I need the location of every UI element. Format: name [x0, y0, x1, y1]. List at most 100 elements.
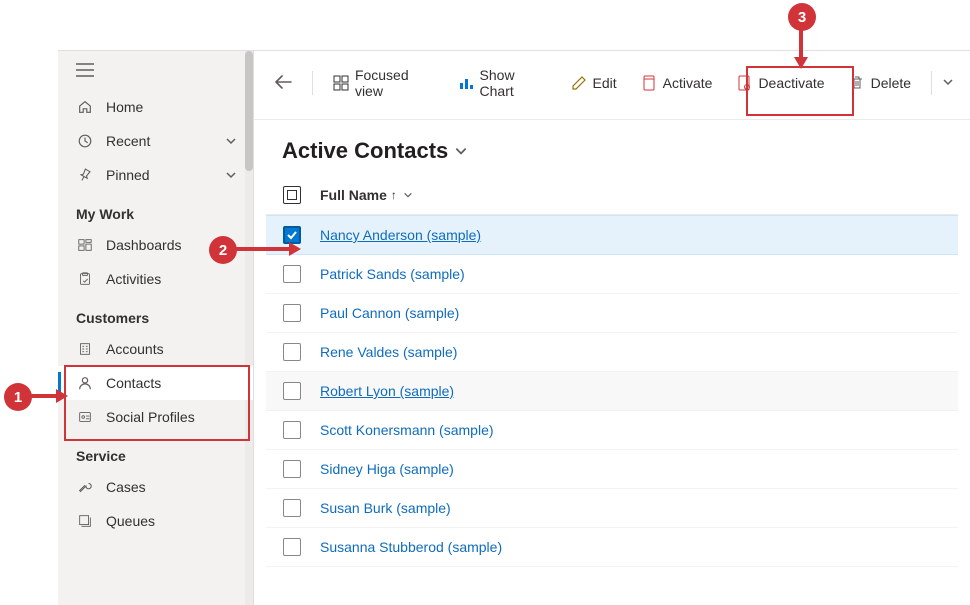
row-checkbox[interactable]	[283, 538, 301, 556]
overflow-menu-button[interactable]	[938, 69, 958, 97]
table-row[interactable]: Paul Cannon (sample)	[266, 294, 958, 333]
pin-icon	[76, 166, 94, 184]
back-arrow-icon	[274, 75, 292, 89]
row-checkbox[interactable]	[283, 265, 301, 283]
person-icon	[76, 374, 94, 392]
nav-label: Accounts	[106, 341, 164, 357]
contact-link[interactable]: Paul Cannon (sample)	[312, 305, 459, 321]
focused-view-icon	[333, 75, 349, 91]
show-chart-button[interactable]: Show Chart	[448, 61, 557, 105]
focused-view-label: Focused view	[355, 67, 434, 99]
table-row[interactable]: Rene Valdes (sample)	[266, 333, 958, 372]
badge-icon	[76, 408, 94, 426]
annotation-arrow-2	[235, 247, 293, 251]
clipboard-icon	[76, 270, 94, 288]
contact-link[interactable]: Robert Lyon (sample)	[312, 383, 454, 399]
nav-label: Cases	[106, 479, 146, 495]
delete-button[interactable]: Delete	[839, 69, 921, 97]
edit-button[interactable]: Edit	[561, 69, 627, 97]
show-chart-label: Show Chart	[480, 67, 547, 99]
annotation-callout-3: 3	[788, 3, 816, 31]
nav-label: Activities	[106, 271, 161, 287]
toolbar-divider	[312, 71, 313, 95]
nav-label: Social Profiles	[106, 409, 195, 425]
row-checkbox[interactable]	[283, 421, 301, 439]
nav-item-pinned[interactable]: Pinned	[58, 158, 253, 192]
hamburger-menu-button[interactable]	[58, 51, 253, 90]
data-grid: Full Name ↑ Nancy Anderson (sample) Patri…	[254, 178, 970, 567]
activate-button[interactable]: Activate	[631, 69, 723, 97]
expand-button[interactable]	[225, 135, 237, 147]
contact-link[interactable]: Scott Konersmann (sample)	[312, 422, 494, 438]
row-checkbox[interactable]	[283, 499, 301, 517]
table-row[interactable]: Susanna Stubberod (sample)	[266, 528, 958, 567]
column-menu-button[interactable]	[403, 190, 413, 200]
wrench-icon	[76, 478, 94, 496]
back-button[interactable]	[270, 71, 302, 96]
nav-item-recent[interactable]: Recent	[58, 124, 253, 158]
view-title: Active Contacts	[282, 138, 448, 164]
nav-item-cases[interactable]: Cases	[58, 470, 253, 504]
activate-label: Activate	[663, 75, 713, 91]
home-icon	[76, 98, 94, 116]
clock-icon	[76, 132, 94, 150]
nav-item-contacts[interactable]: Contacts	[58, 366, 253, 400]
nav-label: Queues	[106, 513, 155, 529]
contact-link[interactable]: Susan Burk (sample)	[312, 500, 451, 516]
nav-item-accounts[interactable]: Accounts	[58, 332, 253, 366]
table-row[interactable]: Scott Konersmann (sample)	[266, 411, 958, 450]
table-row[interactable]: Nancy Anderson (sample)	[266, 215, 958, 255]
nav-label: Home	[106, 99, 143, 115]
nav-label: Recent	[106, 133, 150, 149]
contact-link[interactable]: Sidney Higa (sample)	[312, 461, 454, 477]
view-header: Active Contacts	[254, 120, 970, 178]
chevron-down-icon	[225, 169, 237, 181]
chevron-down-icon	[403, 190, 413, 200]
nav-item-activities[interactable]: Activities	[58, 262, 253, 296]
table-row[interactable]: Susan Burk (sample)	[266, 489, 958, 528]
focused-view-button[interactable]: Focused view	[323, 61, 444, 105]
grid-header-row: Full Name ↑	[266, 178, 958, 215]
nav-label: Dashboards	[106, 237, 182, 253]
nav-item-home[interactable]: Home	[58, 90, 253, 124]
row-checkbox[interactable]	[283, 304, 301, 322]
deactivate-icon	[736, 75, 752, 91]
sort-ascending-icon: ↑	[391, 188, 397, 202]
select-all-checkbox[interactable]	[283, 186, 301, 204]
view-selector-button[interactable]	[454, 144, 468, 158]
activate-icon	[641, 75, 657, 91]
nav-label: Pinned	[106, 167, 150, 183]
contact-link[interactable]: Nancy Anderson (sample)	[312, 227, 481, 243]
contact-link[interactable]: Patrick Sands (sample)	[312, 266, 465, 282]
nav-item-social-profiles[interactable]: Social Profiles	[58, 400, 253, 434]
delete-label: Delete	[871, 75, 911, 91]
stack-icon	[76, 512, 94, 530]
toolbar-divider	[931, 71, 932, 95]
chevron-down-icon	[454, 144, 468, 158]
nav-item-queues[interactable]: Queues	[58, 504, 253, 538]
row-checkbox[interactable]	[283, 343, 301, 361]
table-row[interactable]: Patrick Sands (sample)	[266, 255, 958, 294]
contact-link[interactable]: Susanna Stubberod (sample)	[312, 539, 502, 555]
command-bar: Focused view Show Chart Edit Activate De…	[254, 51, 970, 120]
table-row[interactable]: Robert Lyon (sample)	[266, 372, 958, 411]
annotation-callout-1: 1	[4, 383, 32, 411]
main-content: Focused view Show Chart Edit Activate De…	[254, 51, 970, 605]
dashboard-icon	[76, 236, 94, 254]
trash-icon	[849, 75, 865, 91]
expand-button[interactable]	[225, 169, 237, 181]
row-checkbox[interactable]	[283, 382, 301, 400]
deactivate-button[interactable]: Deactivate	[726, 69, 834, 97]
annotation-arrowhead-3	[794, 57, 808, 69]
contact-link[interactable]: Rene Valdes (sample)	[312, 344, 457, 360]
deactivate-label: Deactivate	[758, 75, 824, 91]
chart-icon	[458, 75, 474, 91]
section-header-service: Service	[58, 434, 253, 470]
row-checkbox[interactable]	[283, 460, 301, 478]
pencil-icon	[571, 75, 587, 91]
chevron-down-icon	[225, 135, 237, 147]
nav-label: Contacts	[106, 375, 161, 391]
table-row[interactable]: Sidney Higa (sample)	[266, 450, 958, 489]
annotation-callout-2: 2	[209, 236, 237, 264]
column-header-full-name[interactable]: Full Name ↑	[312, 187, 413, 203]
